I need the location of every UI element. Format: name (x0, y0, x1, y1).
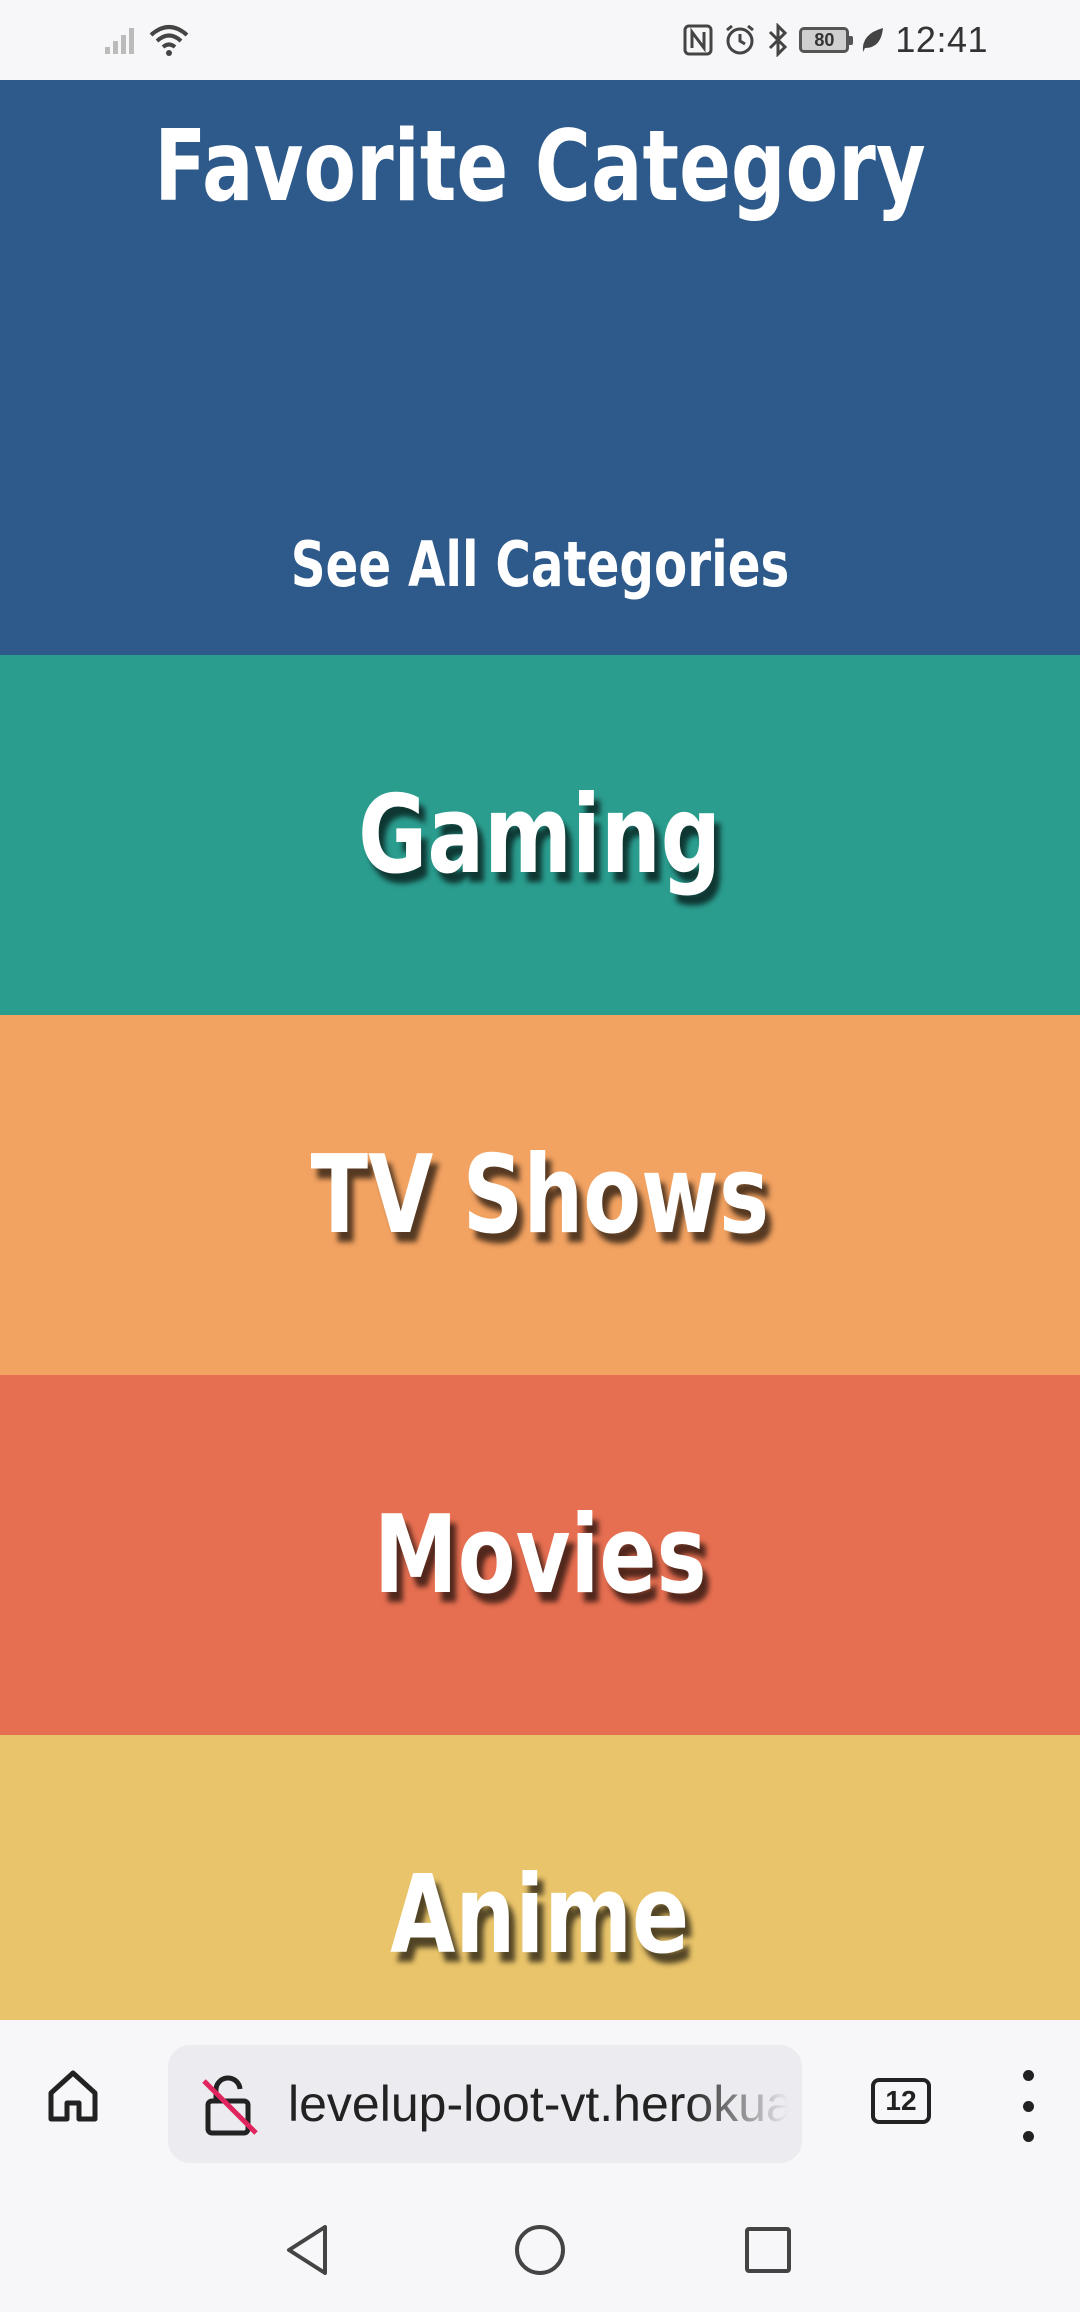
browser-toolbar: levelup-loot-vt.herokuapp.com 12 (0, 2020, 1080, 2190)
category-movies[interactable]: Movies (0, 1375, 1080, 1735)
tabs-button[interactable]: 12 (871, 2078, 931, 2124)
url-text: levelup-loot-vt.herokuapp.com (288, 2076, 788, 2132)
wifi-icon (149, 25, 189, 56)
battery-icon: 80 (799, 27, 854, 53)
more-menu-icon (1022, 2070, 1034, 2081)
alarm-icon (726, 24, 755, 55)
home-nav-button[interactable] (510, 2220, 570, 2280)
page-content: Favorite Category See All Categories Gam… (0, 80, 1080, 2020)
page-title: Favorite Category (154, 110, 926, 224)
back-icon (287, 2225, 327, 2275)
category-anime[interactable]: Anime (0, 1735, 1080, 2020)
see-all-categories-link[interactable]: See All Categories (119, 530, 961, 600)
home-circle-icon (515, 2225, 565, 2275)
recents-button[interactable] (738, 2220, 798, 2280)
nfc-icon (683, 24, 713, 56)
category-label: Movies (373, 1492, 707, 1618)
address-bar[interactable]: levelup-loot-vt.herokuapp.com (168, 2045, 802, 2163)
bluetooth-icon (769, 23, 788, 57)
category-label: TV Shows (310, 1132, 770, 1258)
insecure-lock-icon (202, 2075, 258, 2136)
category-label: Anime (390, 1852, 690, 1978)
signal-icon (105, 28, 134, 54)
more-menu-icon (1022, 2131, 1034, 2142)
clock: 12:41 (895, 19, 988, 60)
more-menu-icon (1022, 2100, 1034, 2112)
category-label: Gaming (358, 772, 722, 898)
category-tv-shows[interactable]: TV Shows (0, 1015, 1080, 1375)
favorite-category-header: Favorite Category See All Categories (0, 80, 1080, 655)
status-bar: 80 12:41 (0, 0, 1080, 80)
tab-count: 12 (885, 2085, 917, 2116)
back-button[interactable] (278, 2220, 338, 2280)
recents-icon (745, 2227, 791, 2273)
status-right: 80 12:41 (683, 18, 988, 62)
status-left (104, 20, 190, 60)
more-menu-button[interactable] (1010, 2070, 1046, 2142)
battery-level: 80 (814, 29, 835, 50)
browser-home-button[interactable] (38, 2060, 108, 2130)
category-gaming[interactable]: Gaming (0, 655, 1080, 1015)
system-nav-bar (0, 2190, 1080, 2312)
leaf-icon (863, 28, 884, 52)
home-icon (48, 2070, 98, 2122)
